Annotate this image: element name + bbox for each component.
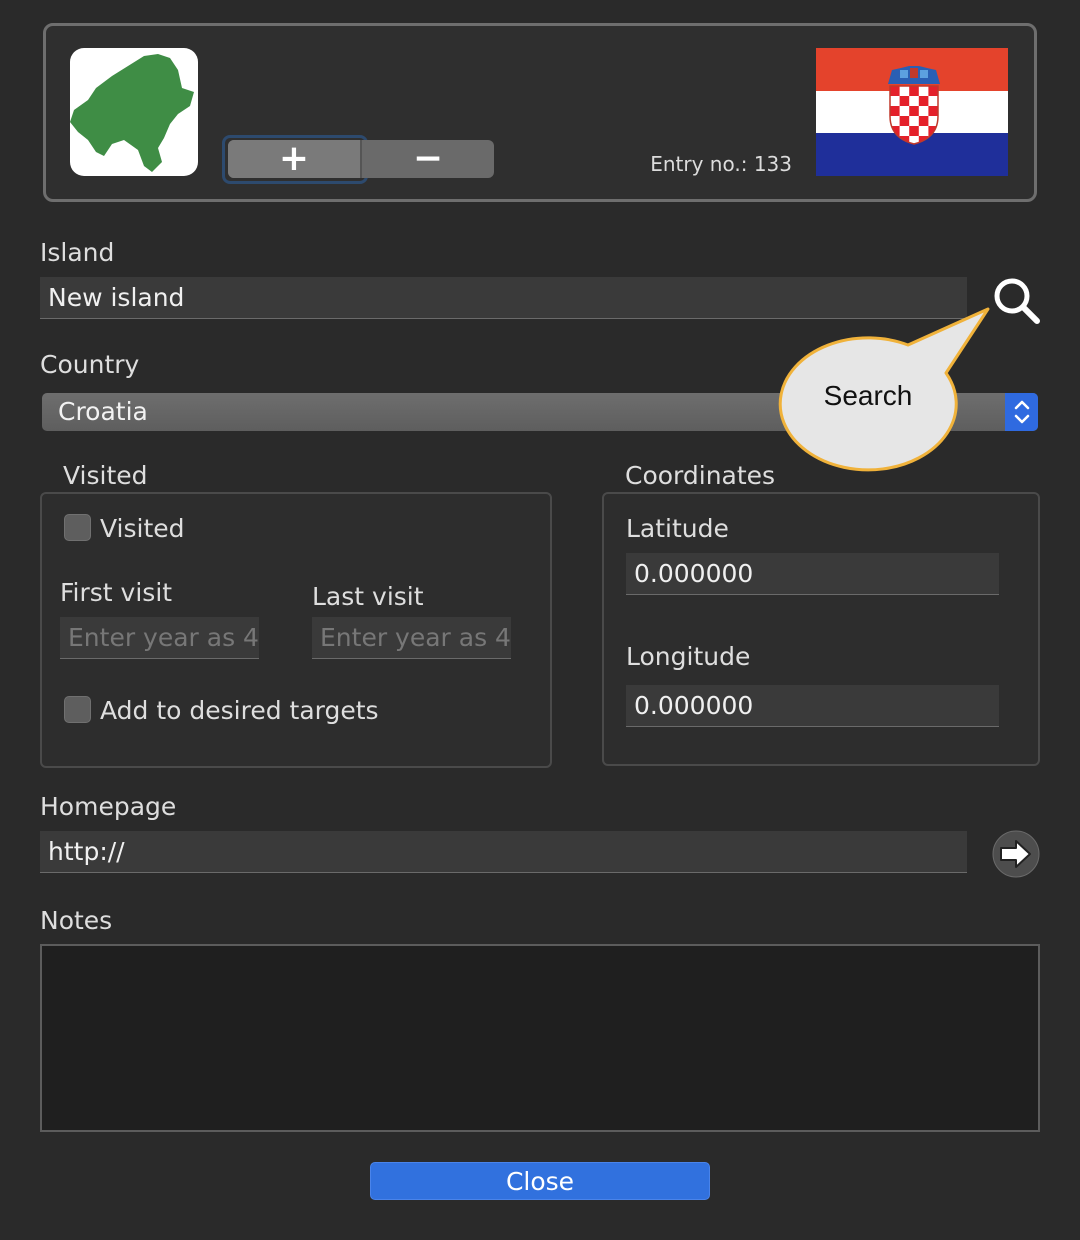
entry-number: Entry no.: 133 — [650, 152, 792, 176]
longitude-label: Longitude — [626, 642, 751, 671]
chevron-up-down-icon — [1014, 400, 1029, 424]
latitude-field[interactable]: 0.000000 — [626, 553, 999, 595]
coordinates-group-label: Coordinates — [625, 461, 776, 490]
desired-targets-label: Add to desired targets — [100, 696, 379, 725]
island-shape-icon — [70, 54, 194, 172]
arrow-right-icon — [992, 830, 1040, 878]
island-image[interactable] — [70, 48, 198, 176]
add-remove-stepper[interactable]: + − — [228, 140, 494, 178]
search-tooltip-text: Search — [823, 380, 913, 411]
last-visit-label: Last visit — [312, 582, 424, 611]
last-visit-input[interactable]: Enter year as 4 — [312, 617, 511, 659]
homepage-field[interactable]: http:// — [40, 831, 967, 873]
visited-checkbox-label: Visited — [100, 514, 185, 543]
visited-group-label: Visited — [63, 461, 148, 490]
country-label: Country — [40, 350, 140, 379]
remove-button[interactable]: − — [362, 140, 494, 178]
country-flag — [816, 48, 1008, 176]
close-button[interactable]: Close — [370, 1162, 710, 1200]
notes-label: Notes — [40, 906, 113, 935]
popup-arrows[interactable] — [1005, 393, 1038, 431]
country-selected: Croatia — [58, 397, 148, 426]
notes-textarea[interactable] — [40, 944, 1040, 1132]
longitude-field[interactable]: 0.000000 — [626, 685, 999, 727]
add-button[interactable]: + — [228, 140, 362, 178]
visited-checkbox[interactable] — [64, 514, 91, 541]
desired-targets-checkbox[interactable] — [64, 696, 91, 723]
homepage-label: Homepage — [40, 792, 177, 821]
coat-of-arms-icon — [888, 66, 940, 145]
first-visit-input[interactable]: Enter year as 4 — [60, 617, 259, 659]
first-visit-label: First visit — [60, 578, 173, 607]
island-label: Island — [40, 238, 115, 267]
latitude-label: Latitude — [626, 514, 729, 543]
open-homepage-button[interactable] — [992, 830, 1040, 878]
